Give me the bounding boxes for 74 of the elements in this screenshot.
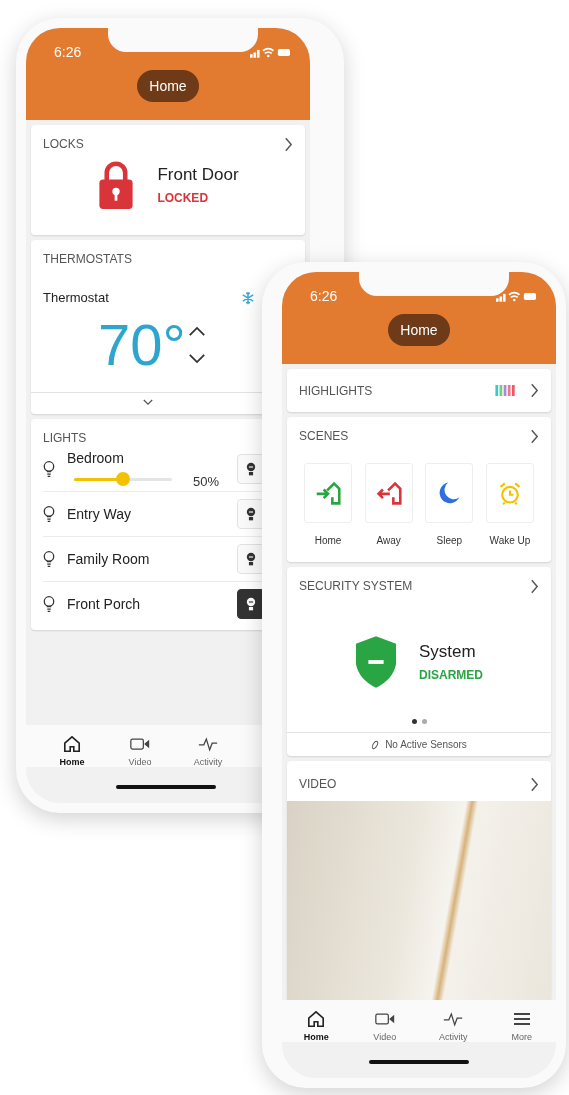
status-icons bbox=[496, 290, 536, 302]
scene-button[interactable] bbox=[425, 463, 474, 523]
light-bulb-icon bbox=[43, 595, 55, 613]
thermostat-name: Thermostat bbox=[43, 290, 109, 305]
brightness-reading: 50% bbox=[193, 473, 220, 489]
lock-name: Front Door bbox=[157, 165, 239, 185]
leave-house-icon bbox=[375, 480, 402, 506]
chevron-right-icon[interactable] bbox=[530, 428, 539, 444]
scene-label: Away bbox=[376, 535, 401, 546]
sensor-icon bbox=[371, 739, 380, 750]
chevron-right-icon[interactable] bbox=[530, 383, 539, 398]
temperature-reading: 70° bbox=[98, 311, 186, 378]
light-bulb-icon bbox=[246, 461, 256, 477]
security-status: DISARMED bbox=[419, 668, 483, 682]
home-icon bbox=[306, 1010, 327, 1028]
highlights-card[interactable]: HIGHLIGHTS bbox=[287, 369, 551, 412]
light-name: Family Room bbox=[67, 551, 151, 567]
light-bulb-icon bbox=[246, 506, 256, 522]
section-heading: SECURITY SYSTEM bbox=[299, 579, 413, 593]
sensors-status: No Active Sensors bbox=[385, 739, 467, 750]
locks-card[interactable]: LOCKS Front Door LOCKED bbox=[31, 125, 305, 235]
light-name: Bedroom bbox=[67, 449, 125, 466]
activity-pulse-icon bbox=[443, 1010, 464, 1028]
status-time: 6:26 bbox=[310, 288, 338, 304]
nav-tab[interactable]: More bbox=[487, 1010, 556, 1042]
nav-tab[interactable]: Home bbox=[38, 735, 106, 767]
video-camera-icon bbox=[130, 735, 150, 753]
chevron-right-icon[interactable] bbox=[284, 136, 293, 152]
nav-tab[interactable]: Video bbox=[350, 1010, 419, 1042]
section-heading: LOCKS bbox=[43, 137, 84, 151]
nav-tab[interactable]: Home bbox=[282, 1010, 351, 1042]
nav-tab[interactable]: Activity bbox=[419, 1010, 488, 1042]
pager-dot[interactable] bbox=[421, 719, 427, 724]
padlock-icon bbox=[97, 161, 136, 209]
chevron-right-icon[interactable] bbox=[530, 578, 539, 594]
light-toggle[interactable] bbox=[237, 589, 265, 619]
chevron-up-icon[interactable] bbox=[187, 325, 206, 337]
home-title: Home bbox=[388, 314, 450, 346]
scene-label: Home bbox=[314, 535, 342, 546]
section-heading: LIGHTS bbox=[43, 431, 87, 445]
light-bulb-icon bbox=[43, 460, 55, 478]
chevron-down-icon[interactable] bbox=[143, 399, 153, 406]
light-bulb-icon bbox=[43, 505, 55, 523]
section-heading: SCENES bbox=[299, 429, 349, 443]
scene-button[interactable] bbox=[364, 463, 413, 523]
section-heading: VIDEO bbox=[299, 777, 337, 791]
status-icons bbox=[250, 46, 290, 58]
section-heading: THERMOSTATS bbox=[43, 252, 132, 266]
lock-status: LOCKED bbox=[157, 191, 210, 205]
home-icon bbox=[62, 735, 82, 753]
activity-pulse-icon bbox=[198, 735, 218, 753]
enter-house-icon bbox=[315, 480, 341, 506]
nav-tab[interactable]: Video bbox=[106, 735, 174, 767]
home-title: Home bbox=[137, 70, 199, 102]
light-bulb-icon bbox=[43, 550, 55, 568]
security-name: System bbox=[419, 642, 477, 662]
scene-label: Sleep bbox=[436, 535, 463, 546]
scene-label: Wake Up bbox=[489, 535, 531, 546]
chevron-right-icon[interactable] bbox=[530, 776, 539, 792]
light-bulb-icon bbox=[246, 596, 256, 612]
snowflake-icon bbox=[241, 290, 255, 305]
menu-icon bbox=[511, 1010, 532, 1028]
pager-dot[interactable] bbox=[411, 719, 417, 724]
light-name: Front Porch bbox=[67, 596, 142, 612]
nav-tab[interactable]: Activity bbox=[174, 735, 242, 767]
shield-icon bbox=[355, 635, 397, 689]
light-bulb-icon bbox=[246, 551, 256, 567]
light-name: Entry Way bbox=[67, 506, 133, 522]
video-camera-icon bbox=[374, 1010, 395, 1028]
section-heading: HIGHLIGHTS bbox=[299, 383, 373, 398]
color-bars-icon bbox=[495, 385, 516, 396]
chevron-down-icon[interactable] bbox=[187, 352, 206, 364]
scene-button[interactable] bbox=[304, 463, 352, 523]
status-time: 6:26 bbox=[54, 44, 82, 60]
